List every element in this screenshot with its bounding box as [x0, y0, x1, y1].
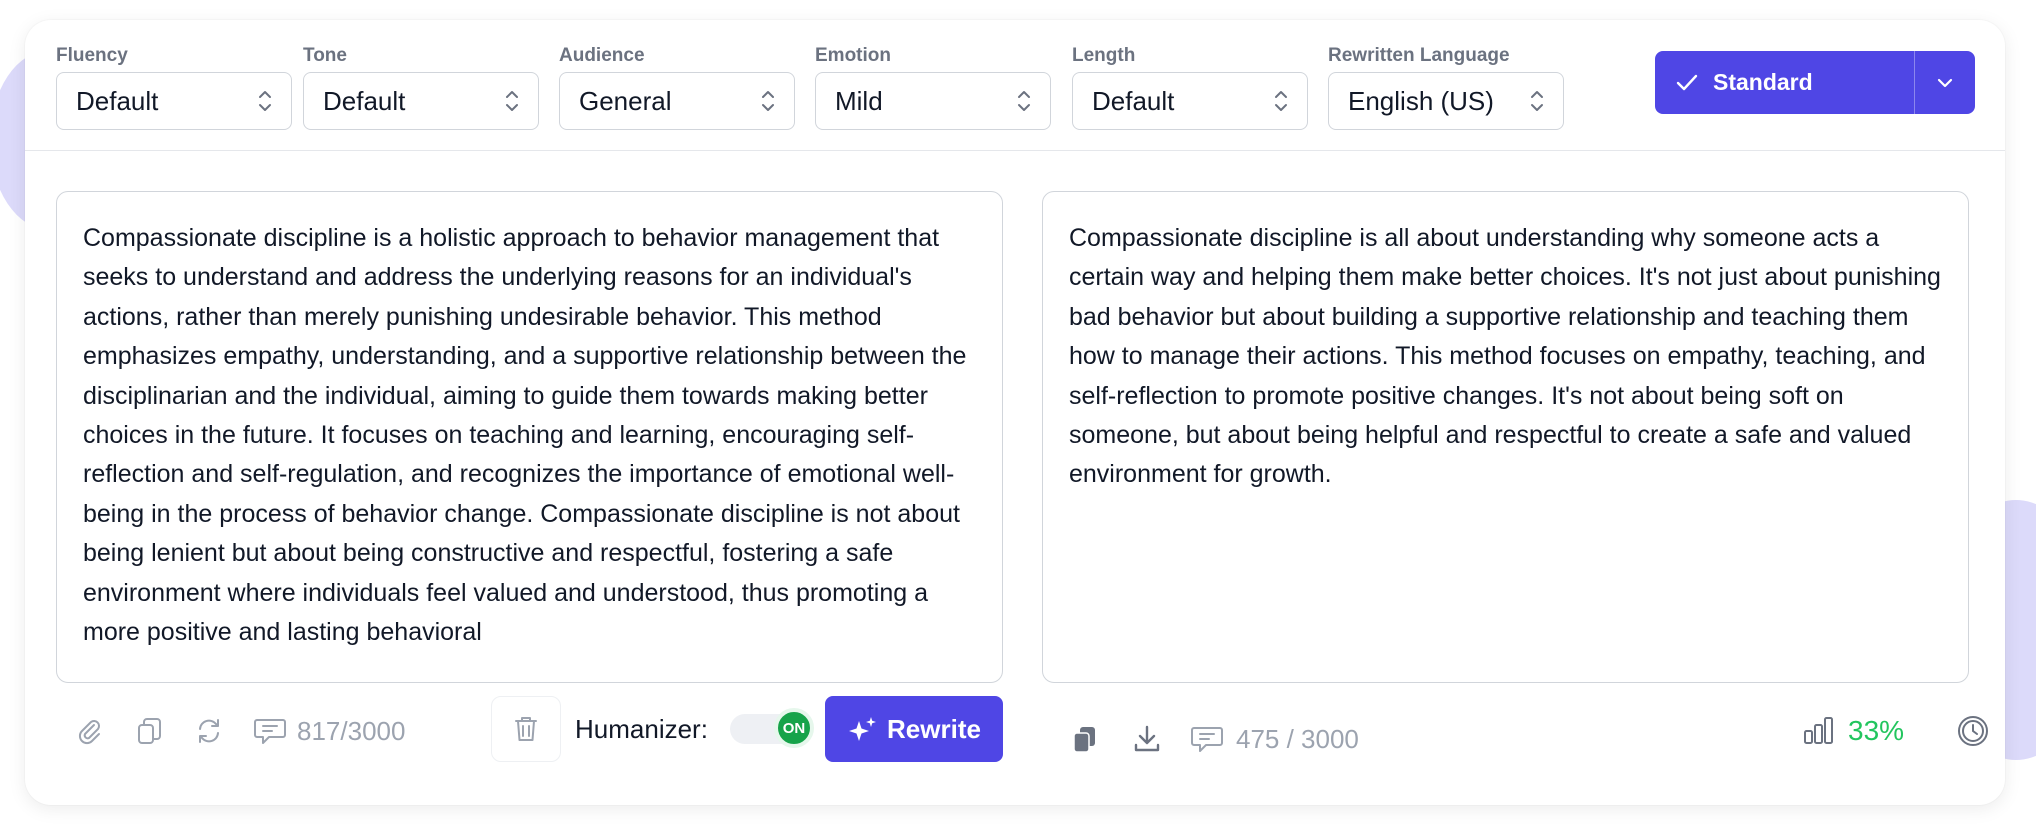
- fluency-select[interactable]: Default: [56, 72, 292, 130]
- copy-output-button[interactable]: [1069, 704, 1101, 774]
- rewriter-card: Fluency Default Tone Default Audience Ge…: [25, 20, 2005, 805]
- score-indicator[interactable]: 33%: [1802, 696, 1904, 766]
- mode-split-button: Standard: [1655, 51, 1975, 114]
- attach-button[interactable]: [75, 696, 105, 766]
- download-button[interactable]: [1131, 704, 1163, 774]
- toggle-knob: ON: [774, 708, 814, 748]
- length-value: Default: [1092, 85, 1175, 116]
- bar-chart-icon: [1804, 717, 1833, 744]
- mode-dropdown-button[interactable]: [1915, 51, 1975, 114]
- tone-select[interactable]: Default: [303, 72, 539, 130]
- length-label: Length: [1072, 45, 1136, 66]
- output-count-indicator: 475 / 3000: [1190, 704, 1359, 774]
- history-icon: [1958, 716, 1988, 746]
- language-select[interactable]: English (US): [1328, 72, 1564, 130]
- tone-value: Default: [323, 85, 406, 116]
- refresh-icon: [199, 719, 219, 743]
- chevron-updown-icon: [1531, 91, 1543, 111]
- output-textarea[interactable]: Compassionate discipline is all about un…: [1042, 191, 1969, 683]
- refresh-button[interactable]: [193, 696, 225, 766]
- trash-icon: [515, 717, 537, 741]
- audience-field: Audience General: [559, 42, 795, 130]
- clear-button[interactable]: [491, 696, 561, 762]
- language-value: English (US): [1348, 85, 1494, 116]
- output-char-count: 475 / 3000: [1236, 723, 1359, 754]
- chevron-updown-icon: [506, 91, 518, 111]
- rewrite-label: Rewrite: [887, 713, 981, 744]
- comment-icon: [254, 719, 286, 744]
- copy-icon: [138, 718, 161, 744]
- humanizer-label: Humanizer:: [575, 714, 708, 744]
- copy-input-button[interactable]: [134, 696, 166, 766]
- tone-label: Tone: [303, 45, 347, 66]
- emotion-value: Mild: [835, 85, 883, 116]
- score-percent: 33%: [1848, 715, 1905, 746]
- length-select[interactable]: Default: [1072, 72, 1308, 130]
- history-button[interactable]: [1955, 696, 1991, 766]
- download-icon: [1134, 725, 1160, 752]
- humanizer-toggle[interactable]: ON: [730, 708, 814, 748]
- sparkle-icon: [849, 717, 877, 741]
- language-label: Rewritten Language: [1328, 45, 1510, 66]
- fluency-label: Fluency: [56, 45, 128, 66]
- chevron-updown-icon: [1275, 91, 1287, 111]
- tone-field: Tone Default: [303, 42, 539, 130]
- input-textarea[interactable]: Compassionate discipline is a holistic a…: [56, 191, 1003, 683]
- input-action-bar: 817/3000 Humanizer: ON Rewrite: [25, 696, 1025, 766]
- emotion-select[interactable]: Mild: [815, 72, 1051, 130]
- language-field: Rewritten Language English (US): [1328, 42, 1564, 130]
- fluency-field: Fluency Default: [56, 42, 292, 130]
- audience-value: General: [579, 85, 672, 116]
- emotion-label: Emotion: [815, 45, 891, 66]
- input-char-count: 817/3000: [297, 715, 406, 746]
- output-action-bar: 475 / 3000 33%: [1025, 696, 2005, 766]
- fluency-value: Default: [76, 85, 159, 116]
- chevron-updown-icon: [762, 91, 774, 111]
- rewrite-button[interactable]: Rewrite: [825, 696, 1003, 762]
- standard-mode-button[interactable]: Standard: [1655, 51, 1915, 114]
- audience-label: Audience: [559, 45, 645, 66]
- length-field: Length Default: [1072, 42, 1308, 130]
- paperclip-icon: [78, 720, 100, 745]
- word-count-indicator: 817/3000: [253, 696, 405, 766]
- standard-mode-label: Standard: [1713, 69, 1813, 95]
- copy-icon: [1073, 727, 1095, 753]
- chevron-down-icon: [1937, 78, 1953, 87]
- settings-toolbar: Fluency Default Tone Default Audience Ge…: [25, 20, 2005, 151]
- check-icon: [1676, 74, 1698, 90]
- audience-select[interactable]: General: [559, 72, 795, 130]
- chevron-updown-icon: [259, 91, 271, 111]
- comment-icon: [1191, 727, 1223, 752]
- chevron-updown-icon: [1018, 91, 1030, 111]
- emotion-field: Emotion Mild: [815, 42, 1051, 130]
